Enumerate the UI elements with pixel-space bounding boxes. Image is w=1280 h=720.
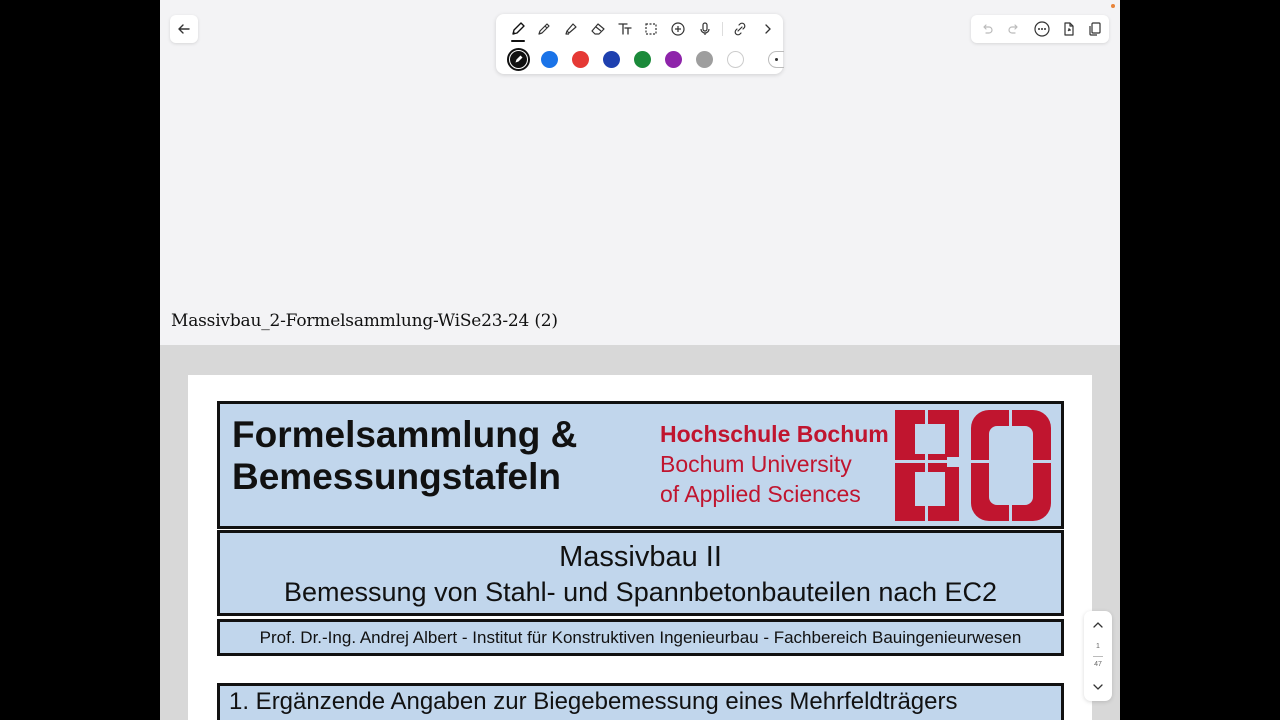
current-page-number: 1 bbox=[1096, 643, 1100, 650]
next-page-button[interactable] bbox=[1088, 679, 1108, 695]
text-icon bbox=[618, 23, 632, 35]
stroke-size-button[interactable] bbox=[768, 51, 784, 68]
redo-icon bbox=[1008, 24, 1018, 34]
institution-name: Hochschule Bochum bbox=[660, 421, 889, 447]
institution-english-line2: of Applied Sciences bbox=[660, 481, 861, 507]
toolbar-divider bbox=[722, 22, 723, 36]
main-title-line1: Formelsammlung & bbox=[232, 414, 578, 455]
chevron-down-icon bbox=[1093, 684, 1103, 690]
copy-pages-icon bbox=[1089, 22, 1101, 36]
text-tool-button[interactable] bbox=[613, 18, 637, 40]
pencil-icon bbox=[538, 23, 550, 35]
previous-page-button[interactable] bbox=[1088, 617, 1108, 633]
top-right-toolbar bbox=[971, 15, 1109, 43]
back-button[interactable] bbox=[170, 15, 198, 43]
color-swatch-red[interactable] bbox=[572, 51, 589, 68]
total-pages: 47 bbox=[1094, 661, 1102, 668]
link-icon bbox=[734, 22, 746, 36]
export-button[interactable] bbox=[1058, 18, 1080, 40]
title-box: Formelsammlung & Bemessungstafeln Hochsc… bbox=[217, 401, 1064, 529]
link-tool-button[interactable] bbox=[728, 18, 752, 40]
main-title-line2: Bemessungstafeln bbox=[232, 456, 561, 497]
arrow-left-icon bbox=[178, 24, 190, 34]
color-swatch-purple[interactable] bbox=[665, 51, 682, 68]
institution-english-line1: Bochum University bbox=[660, 451, 852, 477]
pdf-page[interactable]: Formelsammlung & Bemessungstafeln Hochsc… bbox=[188, 375, 1092, 720]
microphone-icon bbox=[700, 22, 710, 35]
color-swatch-gray[interactable] bbox=[696, 51, 713, 68]
chevron-right-icon bbox=[765, 24, 771, 34]
document-title: Massivbau_2-Formelsammlung-WiSe23-24 (2) bbox=[171, 311, 558, 331]
document-viewer[interactable]: Formelsammlung & Bemessungstafeln Hochsc… bbox=[160, 345, 1120, 720]
notification-dot bbox=[1111, 4, 1115, 8]
pen-icon bbox=[515, 55, 523, 63]
color-swatch-white[interactable] bbox=[727, 51, 744, 68]
file-export-icon bbox=[1064, 22, 1074, 36]
notes-app: Massivbau_2-Formelsammlung-WiSe23-24 (2)… bbox=[160, 0, 1120, 720]
microphone-tool-button[interactable] bbox=[693, 18, 717, 40]
highlighter-tool-button[interactable] bbox=[559, 18, 583, 40]
color-palette bbox=[496, 44, 784, 74]
author-line: Prof. Dr.-Ing. Andrej Albert - Institut … bbox=[259, 628, 1022, 647]
more-tools-button[interactable] bbox=[756, 18, 780, 40]
tool-row bbox=[496, 14, 783, 44]
undo-button[interactable] bbox=[976, 18, 998, 40]
more-horizontal-icon bbox=[1034, 21, 1050, 37]
pen-tool-button[interactable] bbox=[506, 18, 530, 42]
color-swatch-black[interactable] bbox=[507, 48, 530, 71]
main-title: Formelsammlung & Bemessungstafeln bbox=[232, 414, 577, 498]
add-shape-tool-button[interactable] bbox=[666, 18, 690, 40]
eraser-tool-button[interactable] bbox=[586, 18, 610, 40]
section-box: 1. Ergänzende Angaben zur Biegebemessung… bbox=[217, 683, 1064, 720]
stroke-size-dot bbox=[775, 58, 778, 61]
pages-button[interactable] bbox=[1084, 18, 1106, 40]
lasso-select-tool-button[interactable] bbox=[639, 18, 663, 40]
color-swatch-green[interactable] bbox=[634, 51, 651, 68]
course-title: Massivbau II bbox=[559, 541, 722, 573]
author-box: Prof. Dr.-Ing. Andrej Albert - Institut … bbox=[217, 619, 1064, 656]
section-heading: 1. Ergänzende Angaben zur Biegebemessung… bbox=[229, 688, 958, 715]
pencil-tool-button[interactable] bbox=[532, 18, 556, 40]
bo-logo bbox=[895, 410, 1051, 521]
undo-icon bbox=[983, 24, 993, 34]
redo-button[interactable] bbox=[1003, 18, 1025, 40]
course-subtitle: Bemessung von Stahl- und Spannbetonbaute… bbox=[283, 577, 997, 607]
drawing-toolbar bbox=[496, 14, 784, 74]
pen-icon bbox=[512, 22, 525, 35]
color-swatch-dark-blue[interactable] bbox=[603, 51, 620, 68]
eraser-icon bbox=[591, 23, 605, 35]
page-navigator: 1 47 bbox=[1084, 611, 1112, 701]
highlighter-icon bbox=[565, 23, 577, 35]
plus-circle-icon bbox=[671, 22, 685, 36]
chevron-up-icon bbox=[1093, 622, 1103, 628]
course-box: Massivbau II Bemessung von Stahl- und Sp… bbox=[217, 530, 1064, 616]
more-options-button[interactable] bbox=[1031, 18, 1053, 40]
page-divider bbox=[1093, 656, 1103, 657]
selection-icon bbox=[645, 23, 657, 35]
color-swatch-blue[interactable] bbox=[541, 51, 558, 68]
